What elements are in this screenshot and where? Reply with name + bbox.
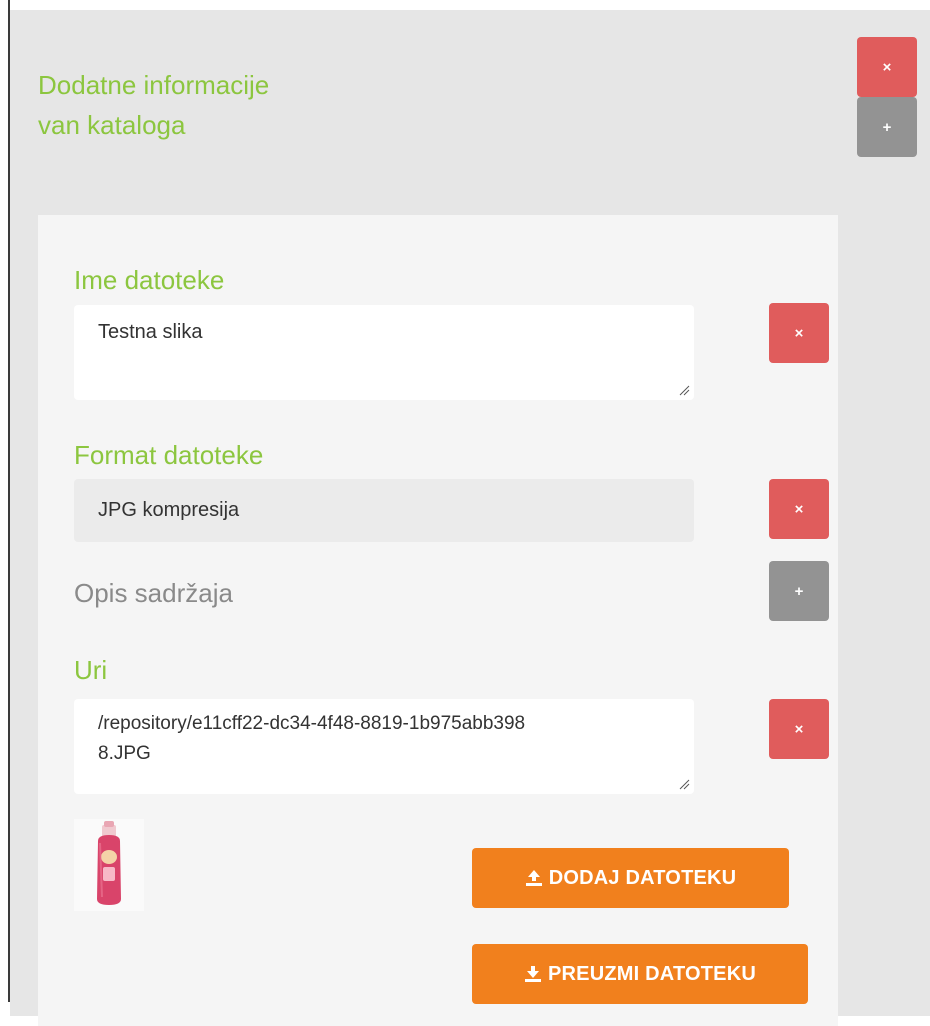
panel-title: Dodatne informacije van kataloga xyxy=(38,70,270,140)
file-name-textarea[interactable]: Testna slika xyxy=(74,305,694,400)
remove-uri-button[interactable]: × xyxy=(769,699,829,759)
download-file-button[interactable]: PREUZMI DATOTEKU xyxy=(472,944,808,1004)
upload-file-button[interactable]: DODAJ DATOTEKU xyxy=(472,848,789,908)
add-content-description-button[interactable]: + xyxy=(769,561,829,621)
close-icon: × xyxy=(794,500,804,518)
file-format-label: Format datoteke xyxy=(74,440,264,470)
upload-file-label: DODAJ DATOTEKU xyxy=(548,866,737,889)
remove-file-format-button[interactable]: × xyxy=(769,479,829,539)
resize-handle-icon[interactable] xyxy=(678,778,690,790)
close-icon: × xyxy=(882,58,892,76)
resize-handle-icon[interactable] xyxy=(678,384,690,396)
plus-icon: + xyxy=(794,582,804,600)
download-file-label: PREUZMI DATOTEKU xyxy=(547,962,756,985)
uri-textarea[interactable]: /repository/e11cff22-dc34-4f48-8819-1b97… xyxy=(74,699,694,794)
remove-panel-button[interactable]: × xyxy=(857,37,917,97)
remove-file-name-button[interactable]: × xyxy=(769,303,829,363)
add-panel-button[interactable]: + xyxy=(857,97,917,157)
image-thumbnail[interactable] xyxy=(74,819,144,911)
uri-value: /repository/e11cff22-dc34-4f48-8819-1b97… xyxy=(98,713,526,764)
bottle-thumbnail-icon xyxy=(97,821,121,905)
content-description-label: Opis sadržaja xyxy=(74,578,233,608)
download-icon xyxy=(524,966,541,982)
file-format-value: JPG kompresija xyxy=(98,499,240,521)
uri-label: Uri xyxy=(74,655,108,685)
file-name-value: Testna slika xyxy=(98,321,203,343)
close-icon: × xyxy=(794,324,804,342)
file-format-field: JPG kompresija xyxy=(74,479,694,542)
close-icon: × xyxy=(794,720,804,738)
extra-info-panel: Dodatne informacije van kataloga × + Ime… xyxy=(10,10,930,1026)
file-name-label: Ime datoteke xyxy=(74,265,225,295)
plus-icon: + xyxy=(882,118,892,136)
upload-icon xyxy=(525,870,542,886)
file-card: Ime datoteke Testna slika × Format datot… xyxy=(38,215,838,1026)
